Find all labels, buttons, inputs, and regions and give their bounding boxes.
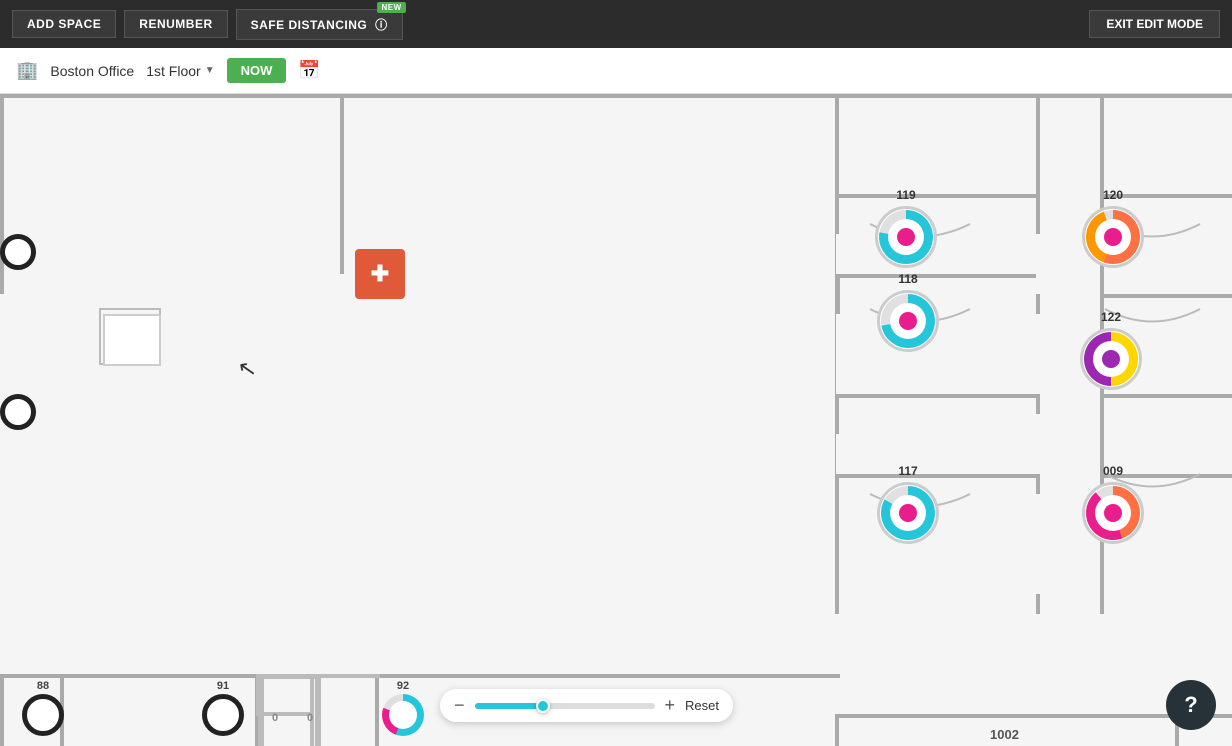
chevron-down-icon: ▼ [205,65,215,76]
question-circle-icon: ⓘ [375,18,388,32]
desk-91-label: 91 [217,680,229,692]
zoom-slider-thumb[interactable] [536,699,550,713]
desk-92[interactable]: 92 [382,680,424,736]
room-122-circle[interactable] [1080,328,1142,390]
room-120-label: 120 [1103,188,1123,202]
building-name: Boston Office [50,63,134,79]
partition-label-left: 0 [272,712,278,724]
zoom-slider-track[interactable] [475,703,655,709]
new-badge: NEW [377,2,405,13]
desk-91[interactable]: 91 [202,680,244,736]
room-120-circle[interactable] [1082,206,1144,268]
floorplan-walls: 1002 83 86 [0,94,1232,746]
zoom-reset-button[interactable]: Reset [685,698,719,713]
room-119[interactable]: 119 [875,188,937,268]
desk-92-label: 92 [397,680,409,692]
safe-distancing-button[interactable]: SAFE DISTANCING ⓘ NEW [236,9,403,40]
desk-88-label: 88 [37,680,49,692]
building-icon: 🏢 [16,60,38,81]
first-aid-icon: ✚ [371,261,389,287]
zoom-bar: − + Reset [440,689,733,722]
toolbar: ADD SPACE RENUMBER SAFE DISTANCING ⓘ NEW… [0,0,1232,48]
partition-top [264,674,319,679]
help-button[interactable]: ? [1166,680,1216,730]
room-118-label: 118 [898,272,917,286]
subbar: 🏢 Boston Office 1st Floor ▼ NOW 📅 [0,48,1232,94]
now-button[interactable]: NOW [227,58,287,83]
room-009-circle[interactable] [1082,482,1144,544]
floorplan: 1002 83 86 ✚ ↖ 119 120 [0,94,1232,746]
room-119-circle[interactable] [875,206,937,268]
renumber-button[interactable]: RENUMBER [124,10,227,38]
room-119-label: 119 [896,188,915,202]
room-117-circle[interactable] [877,482,939,544]
desk-86[interactable] [0,394,36,430]
room-117[interactable]: 117 [877,464,939,544]
room-009[interactable]: 009 [1082,464,1144,544]
partition-label-right: 0 [307,712,313,724]
first-aid-station[interactable]: ✚ [355,249,405,299]
desk-83[interactable] [0,234,36,270]
room-118-circle[interactable] [877,290,939,352]
desk-88[interactable]: 88 [22,680,64,736]
svg-text:1002: 1002 [990,727,1019,742]
partition-91-92 [258,674,264,746]
room-122[interactable]: 122 [1080,310,1142,390]
room-120[interactable]: 120 [1082,188,1144,268]
help-icon: ? [1184,692,1197,718]
floor-name: 1st Floor [146,63,200,79]
add-space-button[interactable]: ADD SPACE [12,10,116,38]
room-122-label: 122 [1101,310,1121,324]
interior-room [103,314,161,366]
partition-right-91 [315,674,321,746]
calendar-button[interactable]: 📅 [298,60,320,81]
zoom-slider-fill [475,703,543,709]
room-009-label: 009 [1103,464,1123,478]
zoom-out-button[interactable]: − [454,695,465,716]
exit-edit-mode-button[interactable]: EXIT EDIT MODE [1089,10,1220,38]
room-118[interactable]: 118 [877,272,939,352]
floor-selector[interactable]: 1st Floor ▼ [146,63,214,79]
calendar-icon: 📅 [298,60,320,80]
room-117-label: 117 [898,464,917,478]
zoom-in-button[interactable]: + [665,695,676,716]
